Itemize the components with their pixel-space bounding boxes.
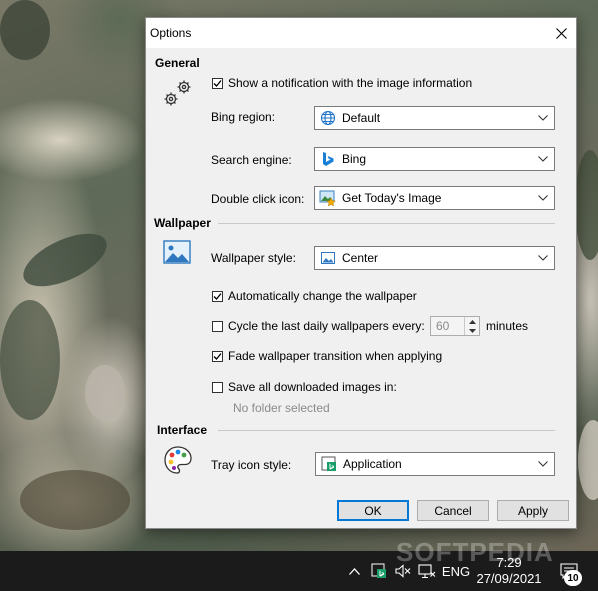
save-all-images-checkbox[interactable]: Save all downloaded images in: xyxy=(212,380,397,394)
checkbox-label: Cycle the last daily wallpapers every: xyxy=(228,319,425,333)
gears-icon xyxy=(161,78,195,113)
section-interface-heading: Interface xyxy=(157,423,208,437)
cycle-minutes-stepper[interactable]: 60 xyxy=(430,316,480,336)
checkbox-box[interactable] xyxy=(212,381,223,393)
apply-button[interactable]: Apply xyxy=(497,500,569,521)
tray-icon-style-label: Tray icon style: xyxy=(211,458,292,472)
clock-date: 27/09/2021 xyxy=(476,571,542,586)
checkbox-label: Save all downloaded images in: xyxy=(228,380,397,394)
speaker-muted-icon xyxy=(395,564,411,578)
close-icon xyxy=(555,27,567,39)
search-engine-dropdown[interactable]: Bing xyxy=(314,147,555,171)
taskbar: ENG 7:29 27/09/2021 10 SOFTPEDIA xyxy=(0,537,598,591)
checkbox-label: Automatically change the wallpaper xyxy=(228,289,417,303)
checkbox-box[interactable] xyxy=(212,290,223,302)
folder-path-label: No folder selected xyxy=(233,401,330,415)
chevron-down-icon xyxy=(532,115,554,121)
network-icon xyxy=(418,563,436,578)
triangle-up-icon xyxy=(468,319,476,324)
globe-icon xyxy=(319,109,337,127)
tray-app-icon[interactable] xyxy=(368,551,390,591)
checkmark-icon xyxy=(213,79,222,87)
checkbox-box[interactable] xyxy=(212,77,223,89)
palette-icon xyxy=(163,445,193,478)
triangle-down-icon xyxy=(468,328,476,333)
cancel-button[interactable]: Cancel xyxy=(417,500,489,521)
show-hidden-icons-button[interactable] xyxy=(344,551,364,591)
section-divider xyxy=(218,223,555,224)
fade-transition-checkbox[interactable]: Fade wallpaper transition when applying xyxy=(212,349,442,363)
app-icon xyxy=(320,455,338,473)
language-button[interactable]: ENG xyxy=(441,551,471,591)
chevron-down-icon xyxy=(532,461,554,467)
stepper-down-button[interactable] xyxy=(465,326,479,335)
dialog-footer: OK Cancel Apply xyxy=(146,490,576,528)
checkbox-label: Show a notification with the image infor… xyxy=(228,76,473,90)
chevron-down-icon xyxy=(532,195,554,201)
wallpaper-style-value: Center xyxy=(342,251,379,265)
section-wallpaper-heading: Wallpaper xyxy=(154,216,211,230)
close-button[interactable] xyxy=(546,18,576,48)
tray-icon-style-value: Application xyxy=(343,457,402,471)
volume-button[interactable] xyxy=(393,551,413,591)
title-bar: Options xyxy=(146,18,576,48)
double-click-icon-value: Get Today's Image xyxy=(342,191,442,205)
landscape-picture-icon xyxy=(163,240,191,267)
tray-icon-style-dropdown[interactable]: Application xyxy=(315,452,555,476)
notification-count-badge: 10 xyxy=(564,570,582,586)
checkbox-box[interactable] xyxy=(212,350,223,362)
checkbox-box[interactable] xyxy=(212,320,223,332)
chevron-down-icon xyxy=(532,255,554,261)
checkbox-label: Fade wallpaper transition when applying xyxy=(228,349,443,363)
image-star-icon xyxy=(319,189,337,207)
checkmark-icon xyxy=(213,352,222,360)
language-indicator: ENG xyxy=(441,563,471,579)
cycle-wallpapers-checkbox[interactable]: Cycle the last daily wallpapers every: xyxy=(212,319,425,333)
bing-region-label: Bing region: xyxy=(211,110,276,124)
bing-region-dropdown[interactable]: Default xyxy=(314,106,555,130)
chevron-up-icon xyxy=(348,567,360,575)
wallpaper-style-label: Wallpaper style: xyxy=(211,251,296,265)
clock-button[interactable]: 7:29 27/09/2021 xyxy=(476,551,542,591)
bing-region-value: Default xyxy=(342,111,381,125)
bing-icon xyxy=(319,150,337,168)
chevron-down-icon xyxy=(532,156,554,162)
options-dialog: Options General Show a notification with… xyxy=(145,17,577,529)
cycle-minutes-value: 60 xyxy=(436,319,450,333)
wallpaper-style-dropdown[interactable]: Center xyxy=(314,246,555,270)
show-notification-checkbox[interactable]: Show a notification with the image infor… xyxy=(212,76,472,90)
search-engine-label: Search engine: xyxy=(211,153,292,167)
dialog-title: Options xyxy=(150,26,192,40)
clock-time: 7:29 xyxy=(496,555,522,570)
stepper-up-button[interactable] xyxy=(465,317,479,326)
ok-button[interactable]: OK xyxy=(337,500,409,521)
network-button[interactable] xyxy=(416,551,438,591)
checkmark-icon xyxy=(213,292,222,300)
auto-change-wallpaper-checkbox[interactable]: Automatically change the wallpaper xyxy=(212,289,417,303)
double-click-icon-label: Double click icon: xyxy=(211,192,305,206)
section-general-heading: General xyxy=(155,56,200,70)
double-click-icon-dropdown[interactable]: Get Today's Image xyxy=(314,186,555,210)
section-divider xyxy=(218,430,555,431)
minutes-label: minutes xyxy=(486,319,529,333)
picture-icon xyxy=(319,249,337,267)
app-icon xyxy=(371,563,386,578)
search-engine-value: Bing xyxy=(342,152,367,166)
